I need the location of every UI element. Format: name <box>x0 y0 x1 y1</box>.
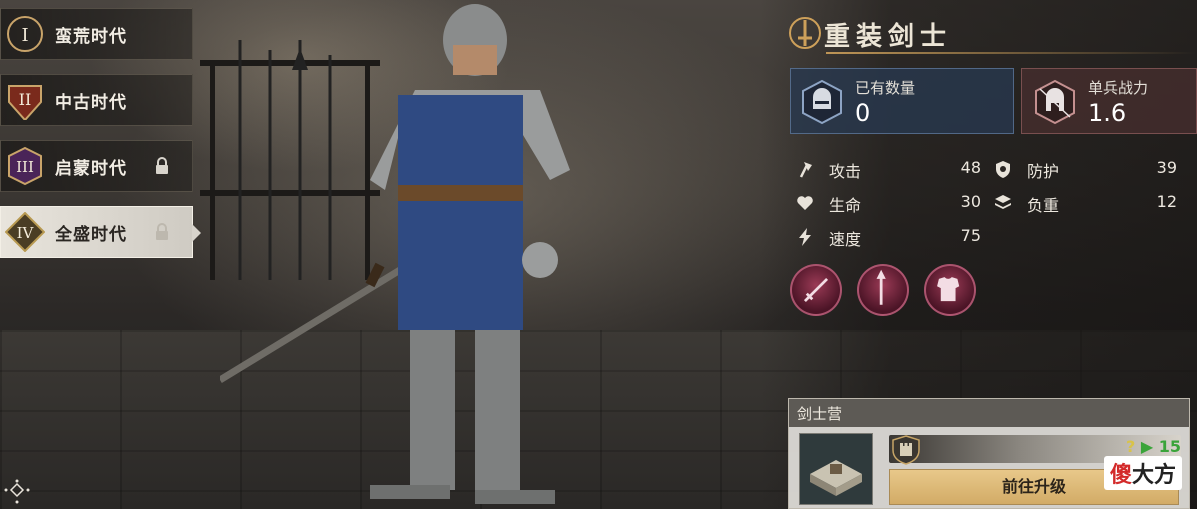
attr-health: 生命 30 <box>795 192 985 215</box>
attr-value: 75 <box>960 226 981 245</box>
knight-character <box>220 4 570 504</box>
watermark-black: 大方 <box>1132 463 1177 488</box>
era-badge-icon: I <box>7 16 43 52</box>
level-arrow-icon: ▶ <box>1140 437 1154 456</box>
unit-power-label: 单兵战力 <box>1088 79 1149 97</box>
attr-capacity: 负重 12 <box>993 192 1183 215</box>
barracks-building-thumbnail[interactable] <box>799 433 873 505</box>
lock-icon <box>156 157 168 174</box>
barracks-title: 剑士营 <box>797 405 843 423</box>
sword-emblem-icon <box>789 17 821 49</box>
era-label: 中古时代 <box>55 92 127 113</box>
skill-slot-3[interactable] <box>924 264 976 316</box>
svg-text:II: II <box>19 90 32 109</box>
skill-slot-2[interactable] <box>857 264 909 316</box>
era-tab-1[interactable]: I 蛮荒时代 <box>0 8 193 60</box>
era-tab-4[interactable]: IV 全盛时代 <box>0 206 201 258</box>
era-label: 启蒙时代 <box>55 158 127 179</box>
era-label: 蛮荒时代 <box>55 26 127 47</box>
heart-icon <box>797 196 813 210</box>
move-control-icon[interactable] <box>0 478 34 509</box>
svg-text:IV: IV <box>17 224 35 242</box>
attr-value: 12 <box>1156 192 1177 211</box>
attr-defense: 防护 39 <box>993 158 1183 181</box>
era-badge-icon: II <box>8 85 42 120</box>
attr-value: 30 <box>960 192 981 211</box>
era-badge-icon: IV <box>5 212 45 252</box>
stack-icon <box>995 195 1011 209</box>
attr-name: 攻击 <box>829 162 862 181</box>
attr-value: 39 <box>1156 158 1177 177</box>
attr-name: 负重 <box>1027 196 1060 215</box>
unit-power-card: 单兵战力 1.6 <box>1021 68 1197 134</box>
title-underline <box>826 52 1196 54</box>
attr-name: 速度 <box>829 230 862 249</box>
era-tab-2[interactable]: II 中古时代 <box>0 74 193 126</box>
axe-icon <box>799 162 812 178</box>
level-current: ? <box>1125 437 1136 456</box>
unit-power-value: 1.6 <box>1088 99 1127 127</box>
level-next: 15 <box>1158 437 1181 456</box>
armor-skill-icon <box>937 277 960 302</box>
spartan-helmet-icon <box>1035 79 1075 125</box>
attr-attack: 攻击 48 <box>795 158 985 181</box>
barracks-panel: 剑士营 ? ▶ 15 前往升级 <box>788 398 1190 509</box>
lock-icon <box>156 223 168 240</box>
shield-icon <box>996 161 1010 178</box>
attr-name: 防护 <box>1027 162 1060 181</box>
svg-text:I: I <box>21 25 28 46</box>
unit-title: 重装剑士 <box>824 22 953 52</box>
era-badge-icon: III <box>8 146 42 186</box>
barracks-header: 剑士营 <box>789 399 1189 427</box>
owned-count-value: 0 <box>855 99 871 127</box>
watermark-logo: 傻大方 <box>1104 456 1183 490</box>
svg-text:III: III <box>16 158 34 176</box>
skill-slot-1[interactable] <box>790 264 842 316</box>
watermark-red: 傻 <box>1110 463 1133 488</box>
castle-shield-icon <box>892 435 920 465</box>
sword-skill-icon <box>803 277 829 303</box>
lightning-icon <box>799 228 811 246</box>
helmet-icon <box>802 79 842 125</box>
spear-skill-icon <box>876 269 886 305</box>
barracks-level-indicator: ? ▶ 15 <box>1126 437 1181 456</box>
attr-name: 生命 <box>829 196 862 215</box>
owned-count-card: 已有数量 0 <box>790 68 1014 134</box>
era-tab-3[interactable]: III 启蒙时代 <box>0 140 193 192</box>
owned-count-label: 已有数量 <box>855 79 916 97</box>
attr-speed: 速度 75 <box>795 226 985 249</box>
era-label: 全盛时代 <box>55 224 127 245</box>
building-icon <box>810 460 862 496</box>
attr-value: 48 <box>960 158 981 177</box>
active-tab-arrow <box>192 224 201 242</box>
